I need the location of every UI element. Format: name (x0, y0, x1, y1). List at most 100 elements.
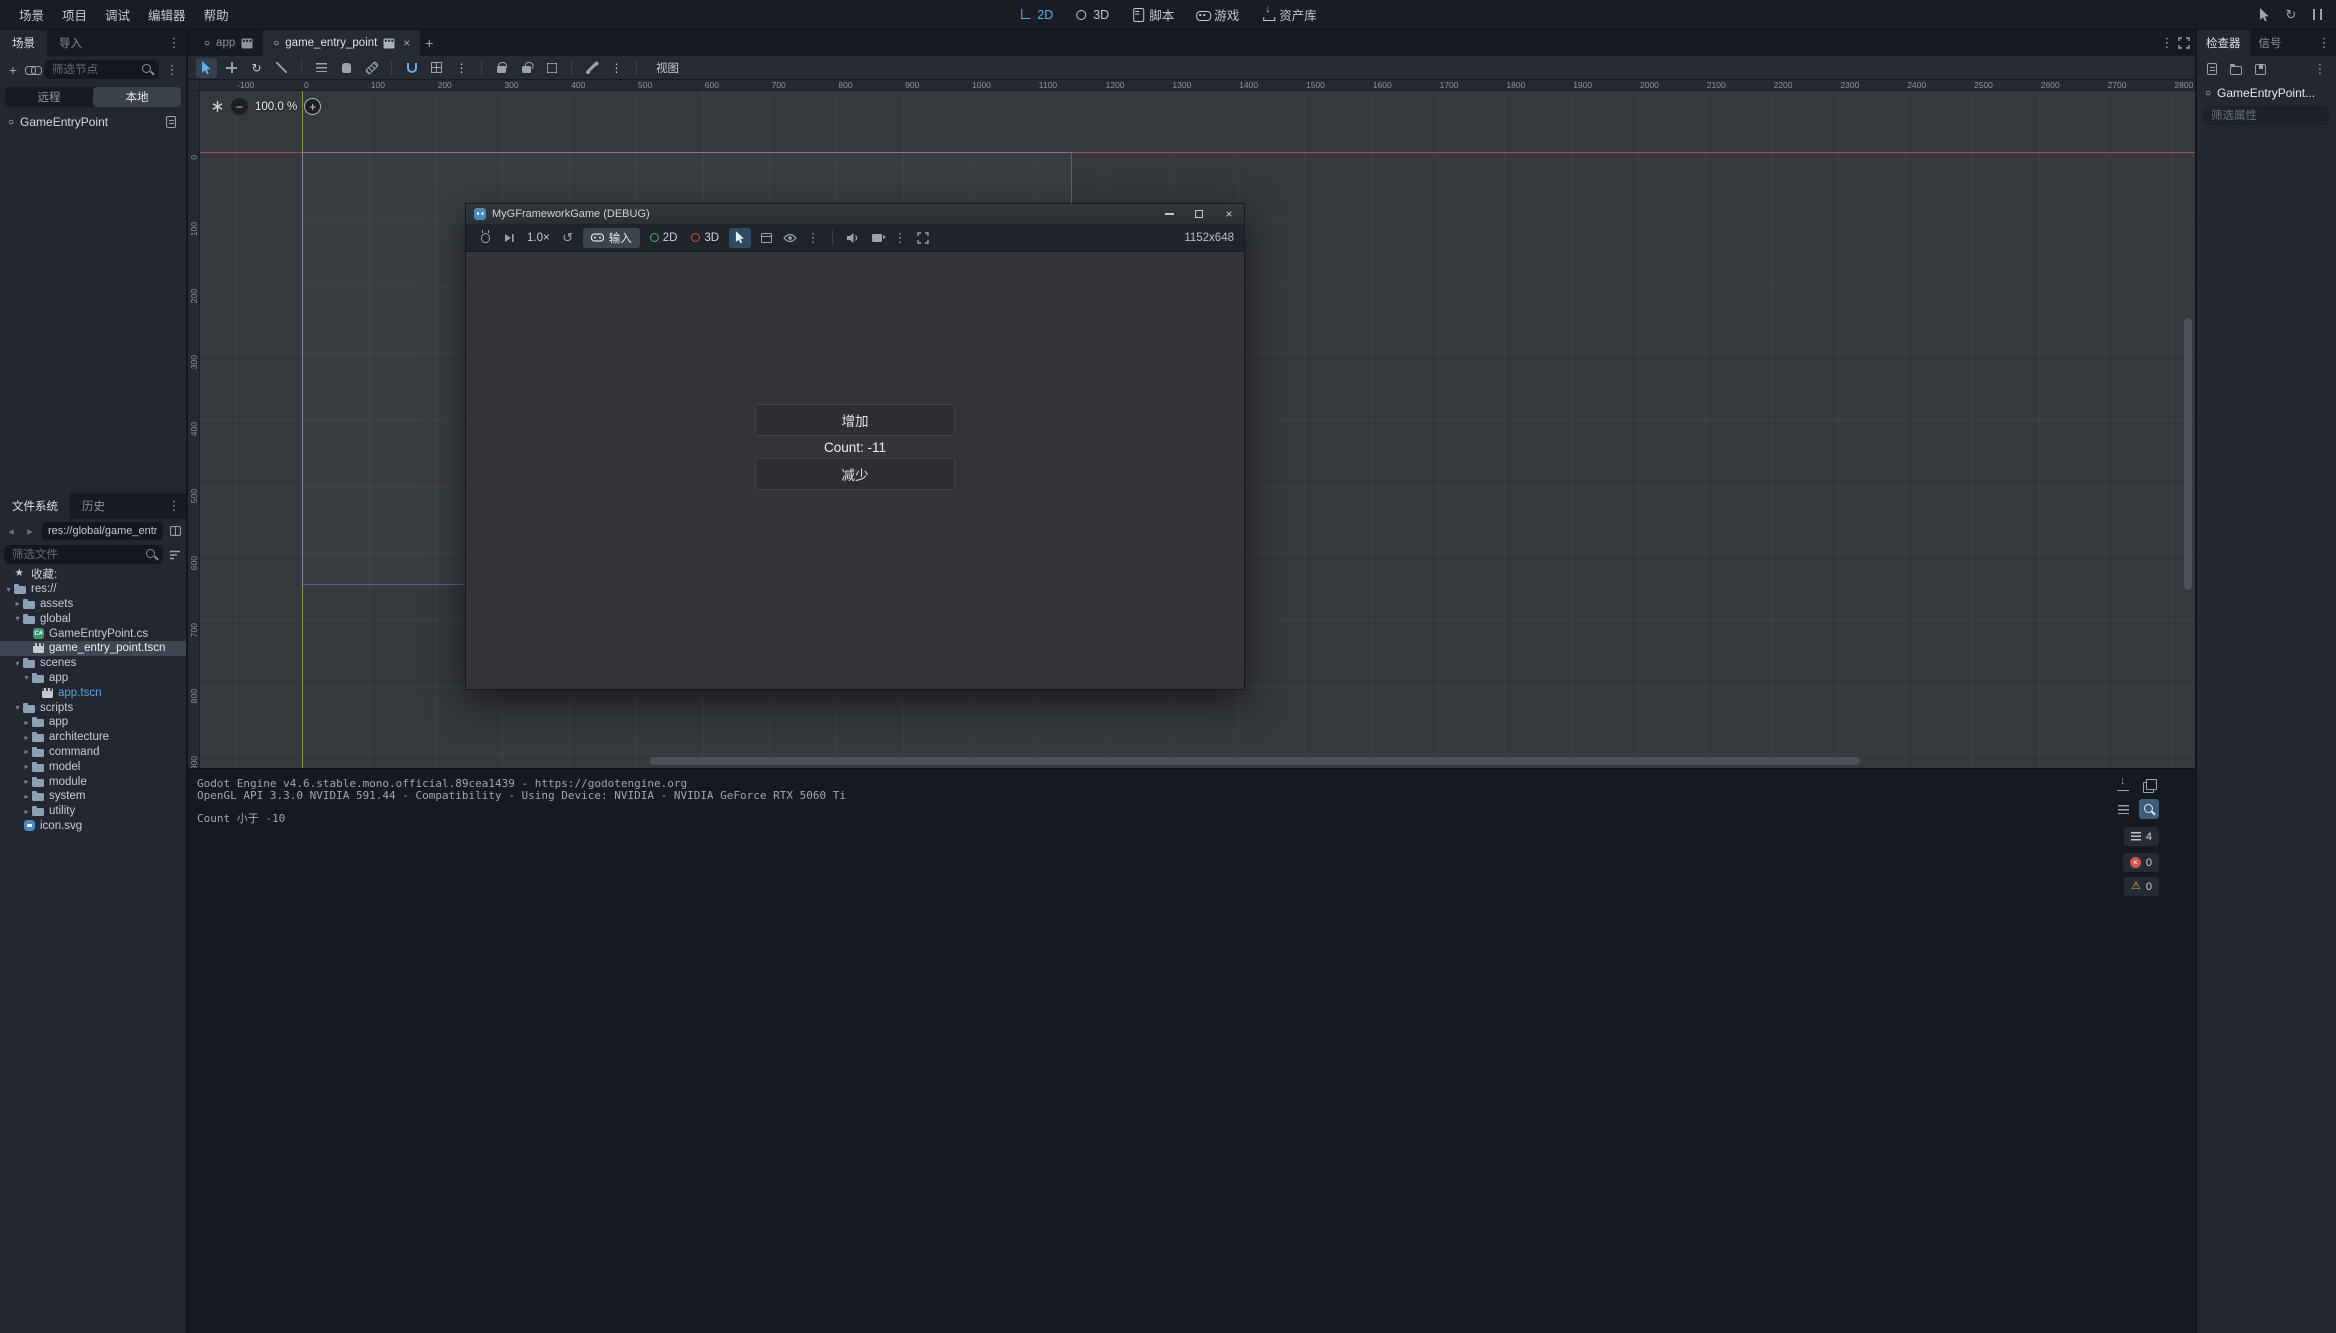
menu-item[interactable]: 编辑器 (139, 0, 195, 29)
menu-item[interactable]: 项目 (53, 0, 96, 29)
skeleton-icon[interactable] (581, 58, 602, 78)
scene-tab-app[interactable]: ○ app (194, 30, 263, 56)
tab-import[interactable]: 导入 (47, 30, 94, 56)
select-mode-button[interactable] (729, 228, 751, 248)
input-toggle-button[interactable]: 输入 (583, 228, 640, 248)
restart-icon[interactable]: ↻ (2282, 6, 2300, 24)
mode-2d-button[interactable]: 2D (646, 232, 682, 244)
file-tree-item[interactable]: game_entry_point.tscn (0, 641, 186, 656)
workspace-tab[interactable]: 2D (1015, 8, 1057, 22)
mode-3d-button[interactable]: 3D (687, 232, 723, 244)
visibility-icon[interactable] (781, 229, 799, 247)
viewport-2d[interactable]: − 100.0 % + MyGFrameworkGame (DEBUG) × (200, 91, 2195, 768)
tree-expand-icon[interactable]: ▸ (22, 718, 31, 727)
close-tab-icon[interactable]: × (403, 36, 410, 50)
lock-icon[interactable] (491, 58, 512, 78)
audio-icon[interactable] (844, 229, 862, 247)
path-input[interactable] (42, 522, 163, 540)
menu-item[interactable]: 调试 (96, 0, 139, 29)
increase-button[interactable]: 增加 (755, 404, 955, 436)
decrease-button[interactable]: 减少 (755, 458, 955, 490)
viewport-hscrollbar[interactable] (200, 757, 2181, 766)
rotate-tool-icon[interactable]: ↻ (246, 58, 267, 78)
distraction-free-icon[interactable] (2177, 36, 2191, 50)
load-resource-icon[interactable] (2229, 62, 2243, 76)
tab-signals[interactable]: 信号 (2250, 30, 2291, 56)
file-tree-item[interactable]: ▾global (0, 611, 186, 626)
zoom-level[interactable]: 100.0 % (255, 101, 297, 113)
new-resource-icon[interactable] (2205, 62, 2219, 76)
remote-tab[interactable]: 远程 (5, 87, 93, 107)
script-icon[interactable] (164, 115, 178, 129)
tree-expand-icon[interactable]: ▸ (22, 762, 31, 771)
snap-options-icon[interactable]: ⋮ (451, 58, 472, 78)
hscrollbar-thumb[interactable] (650, 757, 1860, 765)
tree-expand-icon[interactable]: ▸ (22, 777, 31, 786)
tree-expand-icon[interactable]: ▸ (22, 733, 31, 742)
file-tree-item[interactable]: ▸utility (0, 804, 186, 819)
game-more-icon[interactable]: ⋮ (805, 230, 821, 246)
filter-files-input[interactable] (4, 545, 163, 564)
scale-tool-icon[interactable] (271, 58, 292, 78)
add-node-icon[interactable]: + (6, 63, 20, 77)
fullscreen-icon[interactable] (914, 229, 932, 247)
file-tree-item[interactable]: ▾app (0, 671, 186, 686)
maximize-icon[interactable] (1184, 204, 1214, 224)
center-view-icon[interactable] (210, 100, 224, 114)
file-tree-item[interactable]: ▸app (0, 715, 186, 730)
tree-expand-icon[interactable]: ▸ (22, 792, 31, 801)
tree-expand-icon[interactable]: ▾ (13, 703, 22, 712)
workspace-tab[interactable]: 3D (1071, 8, 1113, 22)
pointer-icon[interactable] (2256, 6, 2274, 24)
tree-expand-icon[interactable]: ▾ (4, 585, 13, 594)
inspector-menu-icon[interactable]: ⋮ (2316, 35, 2332, 51)
file-tree-item[interactable]: ▸model (0, 759, 186, 774)
tree-expand-icon[interactable]: ▾ (13, 614, 22, 623)
filter-properties-input[interactable] (2203, 106, 2330, 125)
camera-more-icon[interactable]: ⋮ (892, 230, 908, 246)
smart-snap-icon[interactable] (401, 58, 422, 78)
scene-tree-root-node[interactable]: ○ GameEntryPoint (0, 111, 186, 133)
scene-tab-game-entry-point[interactable]: ○ game_entry_point × (263, 30, 420, 56)
instance-scene-icon[interactable] (25, 63, 39, 77)
file-tree-item[interactable]: ▸command (0, 745, 186, 760)
warning-count-badge[interactable]: ⚠ 0 (2124, 877, 2159, 896)
search-output-icon[interactable] (2139, 799, 2159, 819)
file-tree-item[interactable]: ▾res:// (0, 582, 186, 597)
local-tab[interactable]: 本地 (93, 87, 181, 107)
view-menu-button[interactable]: 视图 (646, 58, 689, 78)
save-output-icon[interactable] (2113, 775, 2133, 795)
file-tree-item[interactable]: 收藏: (0, 567, 186, 582)
file-tree-item[interactable]: icon.svg (0, 819, 186, 834)
tree-expand-icon[interactable]: ▾ (13, 659, 22, 668)
nav-forward-icon[interactable]: ▸ (23, 525, 37, 538)
error-count-badge[interactable]: × 0 (2123, 853, 2159, 872)
zoom-in-button[interactable]: + (304, 98, 321, 115)
ruler-tool-icon[interactable] (361, 58, 382, 78)
tab-history[interactable]: 历史 (70, 493, 117, 519)
collapse-output-icon[interactable] (2113, 799, 2133, 819)
minimize-icon[interactable] (1154, 204, 1184, 224)
scene-tabs-menu-icon[interactable]: ⋮ (2159, 35, 2175, 51)
workspace-tab[interactable]: 资产库 (1257, 5, 1321, 24)
close-icon[interactable]: × (1214, 204, 1244, 224)
scene-tree-menu-icon[interactable]: ⋮ (164, 62, 180, 78)
camera-override-icon[interactable] (868, 229, 886, 247)
file-tree-item[interactable]: ▸system (0, 789, 186, 804)
move-tool-icon[interactable] (221, 58, 242, 78)
tree-expand-icon[interactable]: ▾ (22, 673, 31, 682)
save-resource-icon[interactable] (2253, 62, 2267, 76)
group-icon[interactable] (541, 58, 562, 78)
tab-inspector[interactable]: 检查器 (2197, 30, 2250, 56)
resource-more-icon[interactable]: ⋮ (2312, 61, 2328, 77)
file-tree-item[interactable]: ▾scripts (0, 700, 186, 715)
viewport-vscrollbar[interactable] (2184, 91, 2193, 754)
tab-scene[interactable]: 场景 (0, 30, 47, 56)
tree-expand-icon[interactable]: ▸ (22, 747, 31, 756)
nav-back-icon[interactable]: ◂ (4, 525, 18, 538)
menu-item[interactable]: 场景 (10, 0, 53, 29)
file-tree-item[interactable]: ▸module (0, 774, 186, 789)
unlock-icon[interactable] (516, 58, 537, 78)
reset-speed-icon[interactable]: ↺ (559, 229, 577, 247)
skeleton-options-icon[interactable]: ⋮ (606, 58, 627, 78)
